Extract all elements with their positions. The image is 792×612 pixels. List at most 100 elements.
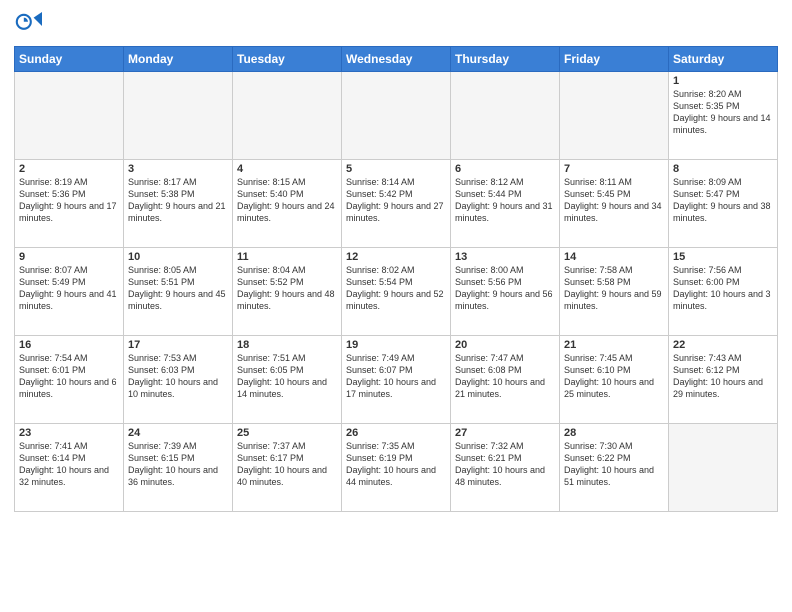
day-info: Sunrise: 7:32 AMSunset: 6:21 PMDaylight:… — [455, 440, 555, 489]
day-number: 14 — [564, 251, 664, 263]
calendar-cell: 23Sunrise: 7:41 AMSunset: 6:14 PMDayligh… — [15, 424, 124, 512]
day-info: Sunrise: 7:53 AMSunset: 6:03 PMDaylight:… — [128, 352, 228, 401]
day-info: Sunrise: 7:56 AMSunset: 6:00 PMDaylight:… — [673, 264, 773, 313]
day-info: Sunrise: 8:04 AMSunset: 5:52 PMDaylight:… — [237, 264, 337, 313]
calendar-cell: 15Sunrise: 7:56 AMSunset: 6:00 PMDayligh… — [669, 248, 778, 336]
day-number: 8 — [673, 163, 773, 175]
calendar-cell: 14Sunrise: 7:58 AMSunset: 5:58 PMDayligh… — [560, 248, 669, 336]
calendar-cell: 27Sunrise: 7:32 AMSunset: 6:21 PMDayligh… — [451, 424, 560, 512]
day-number: 24 — [128, 427, 228, 439]
calendar-header-row: SundayMondayTuesdayWednesdayThursdayFrid… — [15, 47, 778, 72]
calendar-cell — [560, 72, 669, 160]
calendar-cell: 18Sunrise: 7:51 AMSunset: 6:05 PMDayligh… — [233, 336, 342, 424]
day-number: 21 — [564, 339, 664, 351]
day-number: 3 — [128, 163, 228, 175]
day-info: Sunrise: 8:05 AMSunset: 5:51 PMDaylight:… — [128, 264, 228, 313]
day-number: 22 — [673, 339, 773, 351]
day-info: Sunrise: 7:58 AMSunset: 5:58 PMDaylight:… — [564, 264, 664, 313]
calendar-cell — [669, 424, 778, 512]
calendar-cell: 2Sunrise: 8:19 AMSunset: 5:36 PMDaylight… — [15, 160, 124, 248]
calendar-cell: 8Sunrise: 8:09 AMSunset: 5:47 PMDaylight… — [669, 160, 778, 248]
day-number: 18 — [237, 339, 337, 351]
logo-icon — [14, 12, 42, 40]
calendar-cell — [451, 72, 560, 160]
calendar-week-row: 23Sunrise: 7:41 AMSunset: 6:14 PMDayligh… — [15, 424, 778, 512]
calendar-week-row: 16Sunrise: 7:54 AMSunset: 6:01 PMDayligh… — [15, 336, 778, 424]
day-number: 2 — [19, 163, 119, 175]
calendar-cell: 11Sunrise: 8:04 AMSunset: 5:52 PMDayligh… — [233, 248, 342, 336]
day-info: Sunrise: 7:54 AMSunset: 6:01 PMDaylight:… — [19, 352, 119, 401]
calendar-cell: 4Sunrise: 8:15 AMSunset: 5:40 PMDaylight… — [233, 160, 342, 248]
day-info: Sunrise: 8:02 AMSunset: 5:54 PMDaylight:… — [346, 264, 446, 313]
day-number: 11 — [237, 251, 337, 263]
calendar-cell — [124, 72, 233, 160]
day-number: 25 — [237, 427, 337, 439]
day-number: 13 — [455, 251, 555, 263]
calendar-cell: 13Sunrise: 8:00 AMSunset: 5:56 PMDayligh… — [451, 248, 560, 336]
day-info: Sunrise: 8:17 AMSunset: 5:38 PMDaylight:… — [128, 176, 228, 225]
calendar-day-header: Wednesday — [342, 47, 451, 72]
page-container: SundayMondayTuesdayWednesdayThursdayFrid… — [0, 0, 792, 520]
calendar-cell: 24Sunrise: 7:39 AMSunset: 6:15 PMDayligh… — [124, 424, 233, 512]
day-number: 20 — [455, 339, 555, 351]
day-info: Sunrise: 8:15 AMSunset: 5:40 PMDaylight:… — [237, 176, 337, 225]
calendar-cell: 28Sunrise: 7:30 AMSunset: 6:22 PMDayligh… — [560, 424, 669, 512]
day-number: 10 — [128, 251, 228, 263]
calendar-cell: 17Sunrise: 7:53 AMSunset: 6:03 PMDayligh… — [124, 336, 233, 424]
calendar-cell — [233, 72, 342, 160]
calendar-cell: 19Sunrise: 7:49 AMSunset: 6:07 PMDayligh… — [342, 336, 451, 424]
calendar-day-header: Saturday — [669, 47, 778, 72]
calendar-day-header: Sunday — [15, 47, 124, 72]
day-number: 12 — [346, 251, 446, 263]
calendar-cell: 20Sunrise: 7:47 AMSunset: 6:08 PMDayligh… — [451, 336, 560, 424]
day-info: Sunrise: 8:11 AMSunset: 5:45 PMDaylight:… — [564, 176, 664, 225]
calendar-cell — [342, 72, 451, 160]
calendar-cell: 12Sunrise: 8:02 AMSunset: 5:54 PMDayligh… — [342, 248, 451, 336]
day-info: Sunrise: 7:35 AMSunset: 6:19 PMDaylight:… — [346, 440, 446, 489]
day-info: Sunrise: 7:39 AMSunset: 6:15 PMDaylight:… — [128, 440, 228, 489]
day-number: 6 — [455, 163, 555, 175]
calendar-cell: 9Sunrise: 8:07 AMSunset: 5:49 PMDaylight… — [15, 248, 124, 336]
calendar-cell: 10Sunrise: 8:05 AMSunset: 5:51 PMDayligh… — [124, 248, 233, 336]
calendar-cell: 5Sunrise: 8:14 AMSunset: 5:42 PMDaylight… — [342, 160, 451, 248]
calendar-week-row: 1Sunrise: 8:20 AMSunset: 5:35 PMDaylight… — [15, 72, 778, 160]
calendar-day-header: Tuesday — [233, 47, 342, 72]
day-number: 27 — [455, 427, 555, 439]
calendar-cell: 16Sunrise: 7:54 AMSunset: 6:01 PMDayligh… — [15, 336, 124, 424]
calendar-cell: 25Sunrise: 7:37 AMSunset: 6:17 PMDayligh… — [233, 424, 342, 512]
calendar-cell: 7Sunrise: 8:11 AMSunset: 5:45 PMDaylight… — [560, 160, 669, 248]
day-info: Sunrise: 8:19 AMSunset: 5:36 PMDaylight:… — [19, 176, 119, 225]
day-number: 16 — [19, 339, 119, 351]
calendar-day-header: Monday — [124, 47, 233, 72]
day-info: Sunrise: 8:12 AMSunset: 5:44 PMDaylight:… — [455, 176, 555, 225]
day-info: Sunrise: 8:14 AMSunset: 5:42 PMDaylight:… — [346, 176, 446, 225]
day-number: 9 — [19, 251, 119, 263]
day-number: 4 — [237, 163, 337, 175]
page-header — [14, 12, 778, 40]
calendar-day-header: Friday — [560, 47, 669, 72]
calendar-week-row: 2Sunrise: 8:19 AMSunset: 5:36 PMDaylight… — [15, 160, 778, 248]
calendar-cell: 3Sunrise: 8:17 AMSunset: 5:38 PMDaylight… — [124, 160, 233, 248]
calendar-cell — [15, 72, 124, 160]
calendar-cell: 21Sunrise: 7:45 AMSunset: 6:10 PMDayligh… — [560, 336, 669, 424]
day-number: 23 — [19, 427, 119, 439]
day-info: Sunrise: 7:45 AMSunset: 6:10 PMDaylight:… — [564, 352, 664, 401]
day-number: 28 — [564, 427, 664, 439]
day-info: Sunrise: 7:43 AMSunset: 6:12 PMDaylight:… — [673, 352, 773, 401]
day-info: Sunrise: 8:09 AMSunset: 5:47 PMDaylight:… — [673, 176, 773, 225]
logo — [14, 12, 46, 40]
day-number: 26 — [346, 427, 446, 439]
calendar-cell: 6Sunrise: 8:12 AMSunset: 5:44 PMDaylight… — [451, 160, 560, 248]
day-number: 7 — [564, 163, 664, 175]
calendar-week-row: 9Sunrise: 8:07 AMSunset: 5:49 PMDaylight… — [15, 248, 778, 336]
day-number: 17 — [128, 339, 228, 351]
calendar-cell: 1Sunrise: 8:20 AMSunset: 5:35 PMDaylight… — [669, 72, 778, 160]
day-number: 15 — [673, 251, 773, 263]
day-info: Sunrise: 7:51 AMSunset: 6:05 PMDaylight:… — [237, 352, 337, 401]
day-info: Sunrise: 7:30 AMSunset: 6:22 PMDaylight:… — [564, 440, 664, 489]
calendar-cell: 22Sunrise: 7:43 AMSunset: 6:12 PMDayligh… — [669, 336, 778, 424]
day-info: Sunrise: 8:07 AMSunset: 5:49 PMDaylight:… — [19, 264, 119, 313]
calendar-day-header: Thursday — [451, 47, 560, 72]
calendar-cell: 26Sunrise: 7:35 AMSunset: 6:19 PMDayligh… — [342, 424, 451, 512]
day-info: Sunrise: 7:37 AMSunset: 6:17 PMDaylight:… — [237, 440, 337, 489]
